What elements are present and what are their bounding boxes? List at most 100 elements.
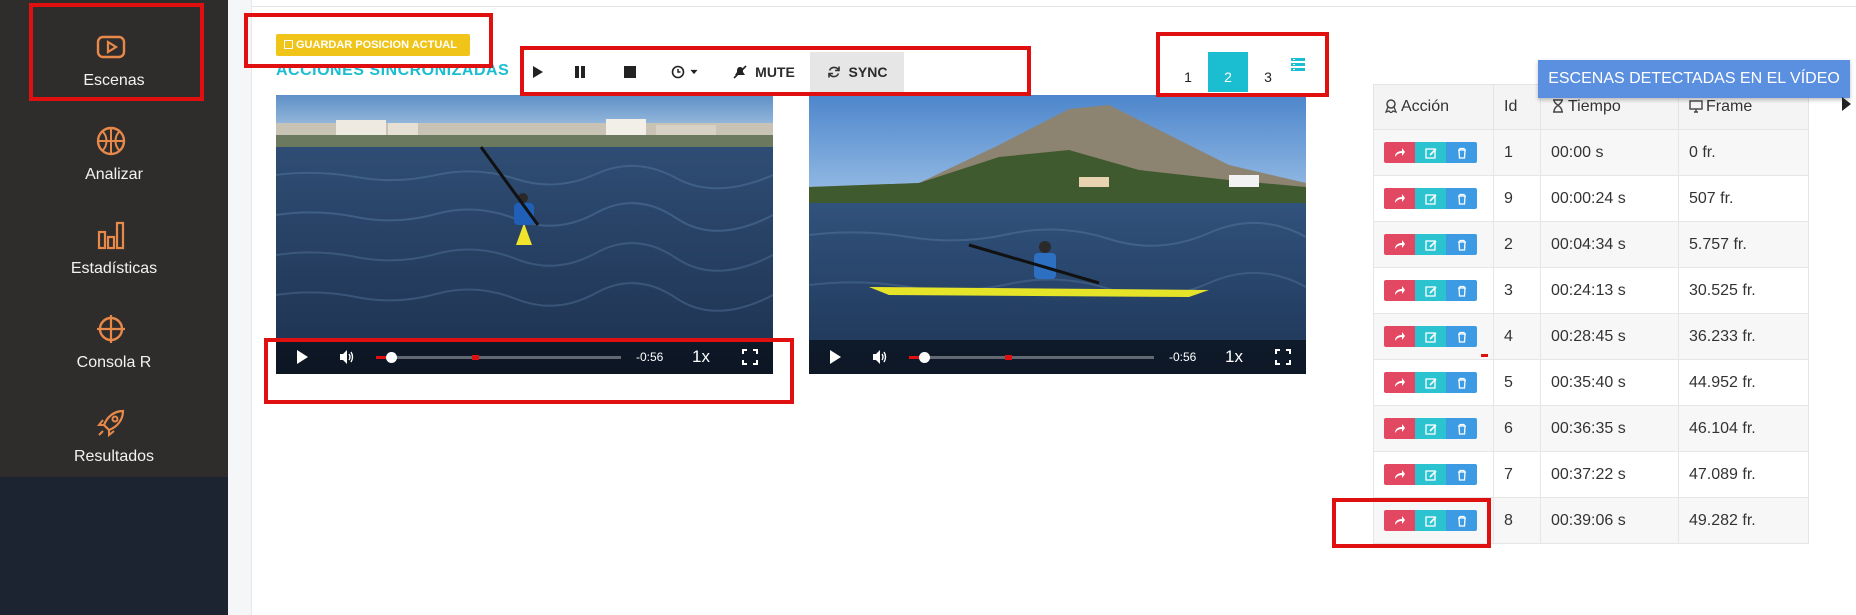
sidebar-item-label: Resultados <box>73 448 155 465</box>
row-actions <box>1373 313 1494 360</box>
table-row: 9 00:00:24 s 507 fr. <box>1373 175 1809 222</box>
cell-frame: 49.282 fr. <box>1678 497 1809 544</box>
delete-scene-button[interactable] <box>1446 510 1477 531</box>
trash-icon <box>1457 239 1466 251</box>
table-row: 4 00:28:45 s 36.233 fr. <box>1373 313 1809 360</box>
row-actions <box>1373 267 1494 314</box>
share-arrow-icon <box>1394 285 1405 295</box>
video-player-2[interactable]: -0:56 1x <box>809 95 1306 374</box>
edit-scene-button[interactable] <box>1415 142 1446 163</box>
sidebar-item-label: Consola R <box>76 354 152 371</box>
edit-scene-button[interactable] <box>1415 280 1446 301</box>
go-to-scene-button[interactable] <box>1384 234 1415 255</box>
delete-scene-button[interactable] <box>1446 464 1477 485</box>
delete-scene-button[interactable] <box>1446 372 1477 393</box>
go-to-scene-button[interactable] <box>1384 142 1415 163</box>
video-controls-1: -0:56 1x <box>276 340 773 374</box>
cell-tiempo: 00:36:35 s <box>1540 405 1679 452</box>
page-2-button[interactable]: 2 <box>1208 52 1248 92</box>
edit-icon <box>1424 285 1437 297</box>
play-icon <box>830 350 841 364</box>
sidebar-item-consola-r[interactable]: Consola R <box>0 292 228 386</box>
seek-bar-1[interactable] <box>376 352 621 363</box>
sidebar-item-resultados[interactable]: Resultados <box>0 386 228 480</box>
divider <box>252 6 1856 7</box>
cell-id: 3 <box>1493 267 1541 314</box>
go-to-scene-button[interactable] <box>1384 464 1415 485</box>
video-pager: 1 2 3 <box>1168 52 1288 92</box>
cell-id: 1 <box>1493 129 1541 176</box>
go-to-scene-button[interactable] <box>1384 372 1415 393</box>
play-button[interactable] <box>294 349 310 369</box>
go-to-scene-button[interactable] <box>1384 510 1415 531</box>
delete-scene-button[interactable] <box>1446 234 1477 255</box>
volume-button[interactable] <box>872 349 888 369</box>
row-actions <box>1373 129 1494 176</box>
fullscreen-icon <box>742 349 758 365</box>
edit-scene-button[interactable] <box>1415 188 1446 209</box>
row-actions <box>1373 497 1494 544</box>
delete-scene-button[interactable] <box>1446 280 1477 301</box>
table-row: 8 00:39:06 s 49.282 fr. <box>1373 497 1809 544</box>
delete-scene-button[interactable] <box>1446 418 1477 439</box>
cell-tiempo: 00:00 s <box>1540 129 1679 176</box>
edit-scene-button[interactable] <box>1415 326 1446 347</box>
edit-scene-button[interactable] <box>1415 510 1446 531</box>
cell-frame: 36.233 fr. <box>1678 313 1809 360</box>
video-player-1[interactable]: -0:56 1x <box>276 95 773 374</box>
save-position-button[interactable]: GUARDAR POSICION ACTUAL <box>276 34 470 56</box>
video-frame-1 <box>276 95 773 374</box>
sidebar-item-analizar[interactable]: Analizar <box>0 104 228 198</box>
page-1-button[interactable]: 1 <box>1168 52 1208 92</box>
sidebar-item-estadisticas[interactable]: Estadísticas <box>0 198 228 292</box>
table-row: 6 00:36:35 s 46.104 fr. <box>1373 405 1809 452</box>
volume-button[interactable] <box>339 349 355 369</box>
cell-tiempo: 00:28:45 s <box>1540 313 1679 360</box>
sync-button[interactable]: SYNC <box>810 52 904 92</box>
speed-dropdown[interactable] <box>652 52 718 92</box>
trash-icon <box>1457 469 1466 481</box>
delete-scene-button[interactable] <box>1446 142 1477 163</box>
edit-scene-button[interactable] <box>1415 464 1446 485</box>
refresh-icon <box>827 66 840 78</box>
share-arrow-icon <box>1394 193 1405 203</box>
page-3-button[interactable]: 3 <box>1248 52 1288 92</box>
header-accion: Acción <box>1373 84 1494 130</box>
go-to-scene-button[interactable] <box>1384 326 1415 347</box>
fullscreen-button[interactable] <box>1275 349 1291 369</box>
stop-all-button[interactable] <box>608 52 652 92</box>
delete-scene-button[interactable] <box>1446 326 1477 347</box>
edit-scene-button[interactable] <box>1415 372 1446 393</box>
go-to-scene-button[interactable] <box>1384 418 1415 439</box>
pause-all-button[interactable] <box>552 52 608 92</box>
fullscreen-button[interactable] <box>742 349 758 369</box>
detected-scenes-button[interactable]: ESCENAS DETECTADAS EN EL VÍDEO <box>1538 60 1850 98</box>
seek-bar-2[interactable] <box>909 352 1154 363</box>
play-square-icon <box>94 30 128 64</box>
table-row: 2 00:04:34 s 5.757 fr. <box>1373 221 1809 268</box>
mute-button[interactable]: MUTE <box>718 52 810 92</box>
playback-rate-button[interactable]: 1x <box>692 347 710 367</box>
playback-rate-button[interactable]: 1x <box>1225 347 1243 367</box>
seek-handle[interactable] <box>919 352 931 363</box>
video-controls-2: -0:56 1x <box>809 340 1306 374</box>
cell-id: 4 <box>1493 313 1541 360</box>
edit-scene-button[interactable] <box>1415 234 1446 255</box>
go-to-scene-button[interactable] <box>1384 188 1415 209</box>
list-layout-icon[interactable] <box>1290 57 1306 73</box>
seek-handle[interactable] <box>386 352 398 363</box>
row-actions <box>1373 359 1494 406</box>
table-row: 7 00:37:22 s 47.089 fr. <box>1373 451 1809 498</box>
cell-frame: 5.757 fr. <box>1678 221 1809 268</box>
sidebar-item-escenas[interactable]: Escenas <box>0 10 228 104</box>
cell-tiempo: 00:39:06 s <box>1540 497 1679 544</box>
play-button[interactable] <box>827 349 843 369</box>
play-all-button[interactable] <box>522 52 552 92</box>
fullscreen-icon <box>1275 349 1291 365</box>
stop-icon <box>624 66 636 78</box>
caret-down-icon <box>690 69 698 75</box>
bar-chart-icon <box>94 218 128 252</box>
go-to-scene-button[interactable] <box>1384 280 1415 301</box>
edit-scene-button[interactable] <box>1415 418 1446 439</box>
delete-scene-button[interactable] <box>1446 188 1477 209</box>
